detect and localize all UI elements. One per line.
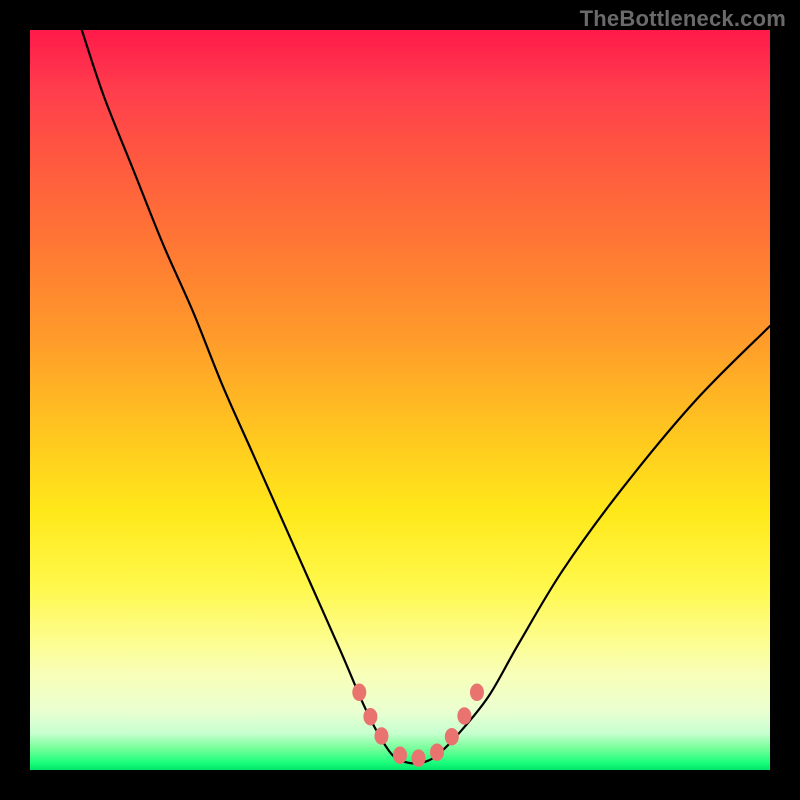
bottleneck-curve — [30, 30, 770, 770]
curve-bead — [470, 684, 484, 702]
curve-bead — [412, 749, 426, 767]
curve-bead — [430, 743, 444, 761]
curve-bead — [363, 708, 377, 726]
curve-bead — [457, 707, 471, 725]
curve-bead — [352, 684, 366, 702]
plot-area — [30, 30, 770, 770]
curve-bead — [393, 746, 407, 764]
curve-bead — [375, 727, 389, 745]
chart-frame: TheBottleneck.com — [0, 0, 800, 800]
watermark-text: TheBottleneck.com — [580, 6, 786, 32]
curve-bead — [445, 728, 459, 746]
